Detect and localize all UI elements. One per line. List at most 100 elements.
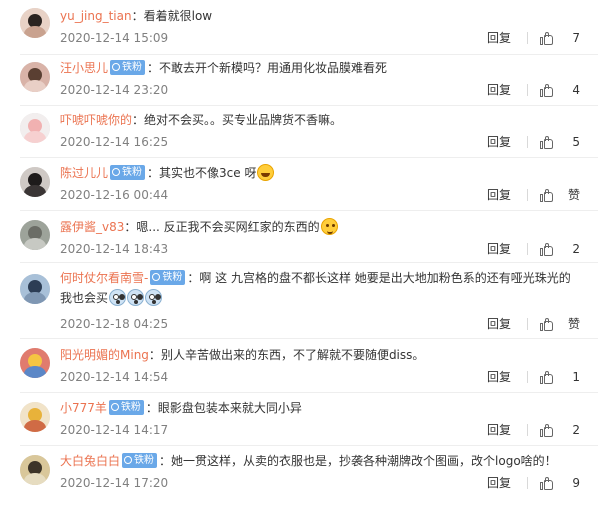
reply-button[interactable]: 回复 xyxy=(487,239,517,259)
comment-line: 陈过儿儿 铁粉 ：其实也不像3ce 呀 xyxy=(60,163,580,183)
divider xyxy=(20,445,598,446)
colon: ： xyxy=(159,454,172,468)
comment-actions: 回复 2 xyxy=(487,420,580,440)
colon: ： xyxy=(132,113,145,127)
like-button[interactable]: 赞 xyxy=(540,314,580,334)
reply-button[interactable]: 回复 xyxy=(487,367,517,387)
reply-button[interactable]: 回复 xyxy=(487,28,517,48)
divider xyxy=(20,157,598,158)
username-link[interactable]: 汪小思儿 xyxy=(60,61,108,75)
heart-icon xyxy=(112,168,121,176)
like-button[interactable]: 5 xyxy=(540,132,580,152)
thumbs-up-icon xyxy=(540,476,554,490)
laughing-emoji-icon xyxy=(257,164,275,181)
action-divider xyxy=(527,477,528,489)
comment-text: 她一贯这样，从卖的衣服也是，抄袭各种潮牌改个图画，改个logo啥的！ xyxy=(171,454,557,468)
like-label: 赞 xyxy=(567,317,580,331)
reply-button[interactable]: 回复 xyxy=(487,473,517,493)
avatar[interactable] xyxy=(20,348,50,378)
heart-icon xyxy=(124,456,133,464)
username-link[interactable]: 阳光明媚的Ming xyxy=(60,348,149,362)
comment-text: 看着就很low xyxy=(143,9,213,23)
comment-meta: 2020-12-14 23:20 回复 4 xyxy=(60,80,580,100)
comment-meta: 2020-12-16 00:44 回复 赞 xyxy=(60,185,580,205)
comment-text: 绝对不会买。。买专业品牌货不香嘛。 xyxy=(144,113,343,127)
fan-badge: 铁粉 xyxy=(110,165,146,180)
comment-line: 露伊酱_v83：嗯... 反正我不会买网红家的东西的 xyxy=(60,217,580,237)
reply-button[interactable]: 回复 xyxy=(487,420,517,440)
divider xyxy=(20,210,598,211)
reply-button[interactable]: 回复 xyxy=(487,132,517,152)
action-divider xyxy=(527,243,528,255)
avatar[interactable] xyxy=(20,167,50,197)
like-button[interactable]: 7 xyxy=(540,28,580,48)
comment-text: 其实也不像3ce 呀 xyxy=(159,166,257,180)
comment-line: 小777羊 铁粉 ：眼影盘包装本来就大同小异 xyxy=(60,398,580,418)
like-label: 赞 xyxy=(567,188,580,202)
comment-text: 眼影盘包装本来就大同小异 xyxy=(157,401,302,415)
avatar[interactable] xyxy=(20,274,50,304)
timestamp: 2020-12-14 16:25 xyxy=(60,135,169,149)
action-divider xyxy=(527,136,528,148)
like-button[interactable]: 9 xyxy=(540,473,580,493)
username-link[interactable]: yu_jing_tian xyxy=(60,9,132,23)
colon: ： xyxy=(124,220,137,234)
fan-badge: 铁粉 xyxy=(108,400,144,415)
like-count: 7 xyxy=(572,31,580,45)
comment-line: yu_jing_tian：看着就很low xyxy=(60,6,580,26)
heart-icon xyxy=(152,273,161,281)
thumbs-up-icon xyxy=(540,242,554,256)
timestamp: 2020-12-14 15:09 xyxy=(60,31,169,45)
comment-meta: 2020-12-18 04:25 回复 赞 xyxy=(60,314,580,334)
like-button[interactable]: 2 xyxy=(540,420,580,440)
comment-meta: 2020-12-14 17:20 回复 9 xyxy=(60,473,580,493)
comment-actions: 回复 赞 xyxy=(487,185,580,205)
avatar[interactable] xyxy=(20,62,50,92)
thumbs-up-icon xyxy=(540,31,554,45)
timestamp: 2020-12-14 23:20 xyxy=(60,83,169,97)
fan-badge: 铁粉 xyxy=(110,60,146,75)
like-button[interactable]: 1 xyxy=(540,367,580,387)
like-button[interactable]: 2 xyxy=(540,239,580,259)
colon: ： xyxy=(147,61,160,75)
comment-meta: 2020-12-14 14:17 回复 2 xyxy=(60,420,580,440)
action-divider xyxy=(527,371,528,383)
divider xyxy=(20,338,598,339)
username-link[interactable]: 大白兔白白 xyxy=(60,454,120,468)
avatar[interactable] xyxy=(20,8,50,38)
username-link[interactable]: 小777羊 xyxy=(60,401,107,415)
smiling-emoji-icon xyxy=(320,218,338,235)
thumbs-up-icon xyxy=(540,423,554,437)
like-button[interactable]: 赞 xyxy=(540,185,580,205)
username-link[interactable]: 露伊酱_v83 xyxy=(60,220,124,234)
avatar[interactable] xyxy=(20,113,50,143)
comment-text: 别人辛苦做出来的东西，不了解就不要随便diss。 xyxy=(160,348,425,362)
divider xyxy=(20,262,598,263)
colon: ： xyxy=(131,9,144,23)
username-link[interactable]: 何时仗尔看南雪- xyxy=(60,271,148,285)
action-divider xyxy=(527,32,528,44)
like-count: 4 xyxy=(572,83,580,97)
comment-line: 吓唬吓唬你的：绝对不会买。。买专业品牌货不香嘛。 xyxy=(60,110,580,130)
username-link[interactable]: 陈过儿儿 xyxy=(60,166,108,180)
divider xyxy=(20,105,598,106)
reply-button[interactable]: 回复 xyxy=(487,185,517,205)
like-count: 2 xyxy=(572,423,580,437)
like-button[interactable]: 4 xyxy=(540,80,580,100)
like-count: 2 xyxy=(572,242,580,256)
shocked-emoji-icon xyxy=(109,289,127,306)
comment-meta: 2020-12-14 18:43 回复 2 xyxy=(60,239,580,259)
comment-line: 汪小思儿 铁粉 ：不敢去开个新模吗？用通用化妆品膜难看死 xyxy=(60,58,580,78)
reply-button[interactable]: 回复 xyxy=(487,314,517,334)
comment-line: 何时仗尔看南雪- 铁粉 ：啊 这 九宫格的盘不都长这样 她要是出大地加粉色系的还有哑… xyxy=(60,268,580,308)
avatar[interactable] xyxy=(20,455,50,485)
comment-text: 嗯... 反正我不会买网红家的东西的 xyxy=(136,220,320,234)
avatar[interactable] xyxy=(20,220,50,250)
divider xyxy=(20,54,598,55)
comment-meta: 2020-12-14 15:09 回复 7 xyxy=(60,28,580,48)
shocked-emoji-icon xyxy=(145,289,163,306)
comment-actions: 回复 1 xyxy=(487,367,580,387)
reply-button[interactable]: 回复 xyxy=(487,80,517,100)
avatar[interactable] xyxy=(20,402,50,432)
username-link[interactable]: 吓唬吓唬你的 xyxy=(60,113,132,127)
